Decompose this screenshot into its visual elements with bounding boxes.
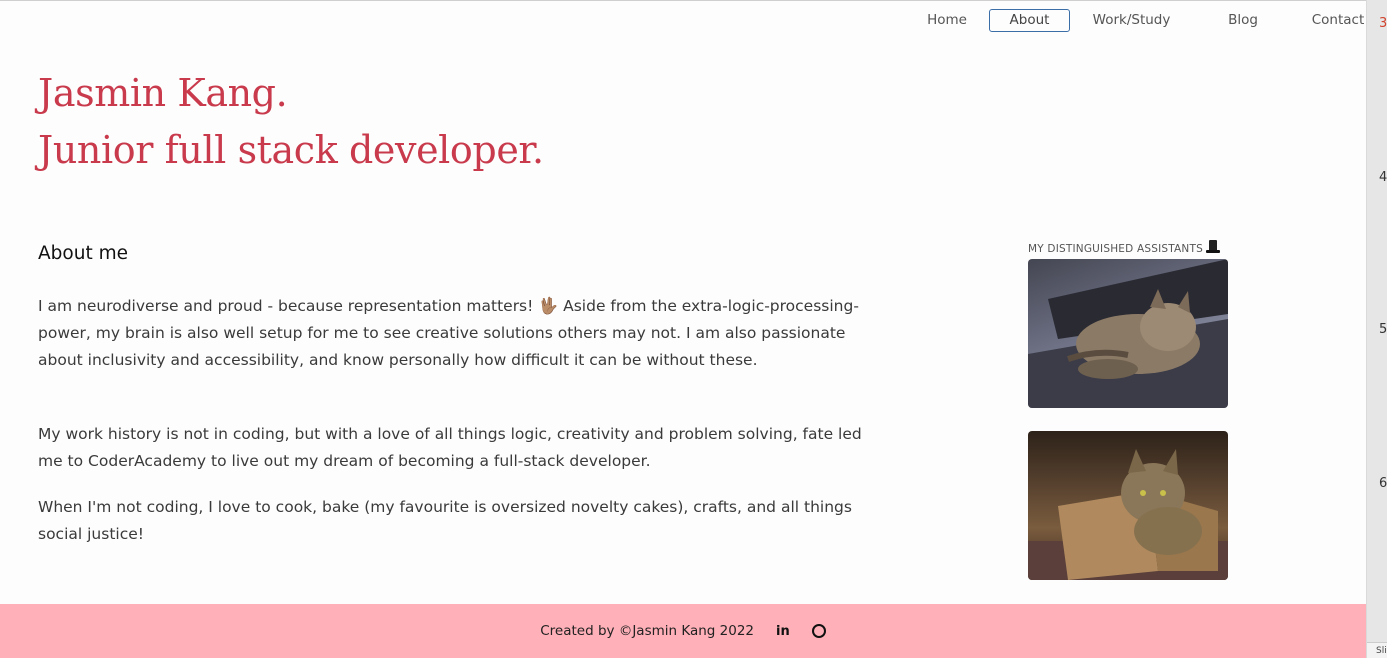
main-nav: Home About Work/Study Blog Contact <box>905 9 1383 32</box>
top-border <box>0 0 1366 1</box>
cat-photo-laptop <box>1028 259 1228 408</box>
nav-work-study[interactable]: Work/Study <box>1070 9 1193 32</box>
cat-photo-box <box>1028 431 1228 580</box>
side-label: Sli <box>1376 646 1387 656</box>
footer-copyright: Created by ©Jasmin Kang 2022 <box>540 623 755 639</box>
about-paragraph-1: I am neurodiverse and proud - because re… <box>38 292 878 374</box>
assistants-title-text: MY DISTINGUISHED ASSISTANTS <box>1028 243 1203 255</box>
side-number-3: 3 <box>1379 16 1387 31</box>
side-number-6: 6 <box>1379 476 1387 491</box>
about-p1-text-a: I am neurodiverse and proud - because re… <box>38 297 539 315</box>
hero-heading: Jasmin Kang. Junior full stack developer… <box>38 65 544 179</box>
top-hat-icon <box>1205 240 1220 254</box>
side-number-5: 5 <box>1379 322 1387 337</box>
vulcan-salute-icon: 🖖🏽 <box>538 296 559 315</box>
nav-about[interactable]: About <box>989 9 1070 32</box>
about-heading: About me <box>38 243 128 264</box>
side-number-4: 4 <box>1379 170 1387 185</box>
side-panel: 3 4 5 6 Sli <box>1366 0 1387 658</box>
about-paragraph-3: When I'm not coding, I love to cook, bak… <box>38 498 852 543</box>
nav-blog[interactable]: Blog <box>1193 9 1293 32</box>
hero-name: Jasmin Kang. <box>38 71 288 115</box>
site-footer: Created by ©Jasmin Kang 2022 in <box>0 604 1366 658</box>
about-paragraph-2: My work history is not in coding, but wi… <box>38 425 862 470</box>
github-icon[interactable] <box>811 624 826 638</box>
linkedin-icon[interactable]: in <box>776 624 790 639</box>
assistants-title: MY DISTINGUISHED ASSISTANTS <box>1028 240 1228 259</box>
hero-role: Junior full stack developer. <box>38 128 544 172</box>
assistants-panel: MY DISTINGUISHED ASSISTANTS <box>1028 240 1228 580</box>
nav-home[interactable]: Home <box>905 9 989 32</box>
